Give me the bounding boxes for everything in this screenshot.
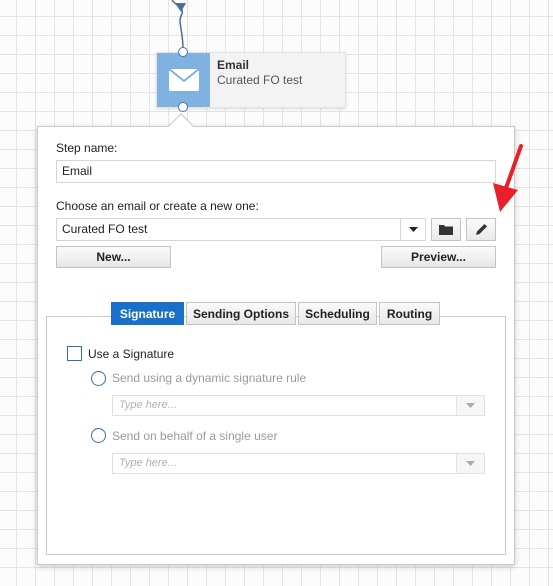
annotation-arrow-icon — [493, 144, 523, 212]
